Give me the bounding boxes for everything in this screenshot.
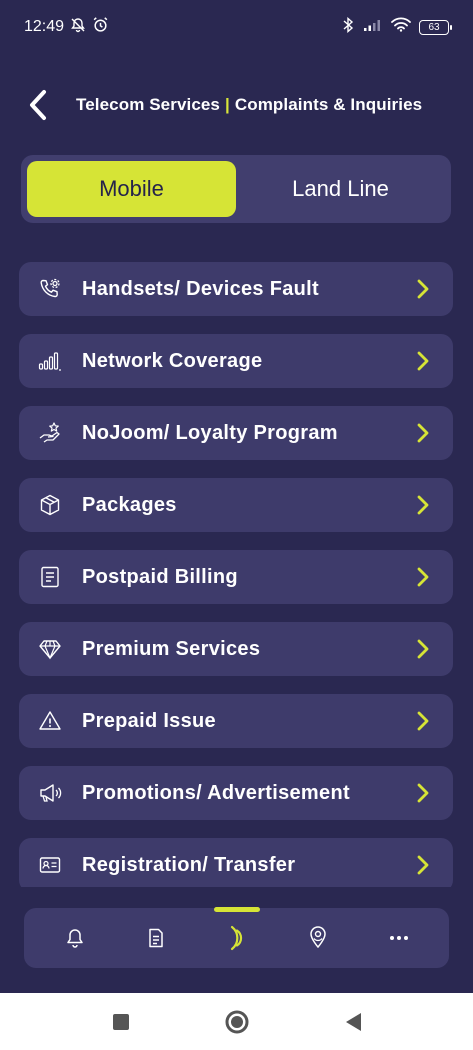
title-part-2: Complaints & Inquiries	[234, 95, 423, 114]
back-nav-button[interactable]	[340, 1009, 366, 1035]
header: Telecom Services | Complaints & Inquiries	[0, 80, 473, 130]
menu-item-label: Packages	[82, 493, 177, 516]
chevron-right-icon	[413, 780, 433, 806]
nav-location[interactable]	[293, 913, 343, 963]
list-item-packages[interactable]: Packages	[19, 478, 453, 532]
more-icon	[389, 936, 408, 940]
menu-item-label: NoJoom/ Loyalty Program	[82, 421, 338, 444]
chevron-right-icon	[413, 276, 433, 302]
signal-wave-icon	[230, 925, 242, 951]
list-item-registration[interactable]: Registration/ Transfer	[19, 838, 453, 887]
active-tab-indicator	[214, 907, 260, 912]
menu-item-label: Promotions/ Advertisement	[82, 781, 350, 804]
chevron-right-icon	[413, 708, 433, 734]
battery-icon: 63	[419, 19, 452, 35]
chevron-right-icon	[413, 564, 433, 590]
nav-notifications[interactable]	[50, 913, 100, 963]
bell-icon	[66, 929, 83, 948]
nav-more[interactable]	[374, 913, 424, 963]
chevron-right-icon	[413, 852, 433, 878]
alarm-icon	[92, 16, 109, 38]
nav-documents[interactable]	[131, 913, 181, 963]
wifi-icon	[391, 17, 411, 37]
list-item-postpaid-billing[interactable]: Postpaid Billing	[19, 550, 453, 604]
service-type-toggle: Mobile Land Line	[21, 155, 451, 223]
megaphone-icon	[37, 780, 63, 806]
bottom-navigation	[24, 908, 449, 968]
bell-off-icon	[70, 17, 86, 38]
menu-item-label: Network Coverage	[82, 349, 263, 372]
id-card-icon	[37, 852, 63, 878]
chevron-right-icon	[413, 636, 433, 662]
receipt-icon	[37, 564, 63, 590]
signal-icon	[363, 18, 383, 37]
chevron-right-icon	[413, 348, 433, 374]
document-icon	[148, 928, 163, 948]
mobile-tab[interactable]: Mobile	[27, 161, 236, 217]
menu-item-label: Postpaid Billing	[82, 565, 238, 588]
list-item-handsets[interactable]: Handsets/ Devices Fault	[19, 262, 453, 316]
menu-item-label: Prepaid Issue	[82, 709, 216, 732]
menu-item-label: Handsets/ Devices Fault	[82, 277, 319, 300]
title-separator: |	[224, 95, 230, 114]
list-item-promotions[interactable]: Promotions/ Advertisement	[19, 766, 453, 820]
back-button[interactable]	[18, 85, 58, 125]
menu-item-label: Registration/ Transfer	[82, 853, 296, 876]
back-arrow-icon	[30, 90, 46, 120]
recent-apps-button[interactable]	[108, 1009, 134, 1035]
triangle-back-icon	[345, 1012, 361, 1031]
home-button[interactable]	[224, 1009, 250, 1035]
status-time: 12:49	[24, 18, 65, 35]
complaint-category-list: Handsets/ Devices Fault Network Coverage…	[19, 262, 453, 887]
list-item-premium-services[interactable]: Premium Services	[19, 622, 453, 676]
menu-item-label: Premium Services	[82, 637, 261, 660]
chevron-right-icon	[413, 420, 433, 446]
location-pin-icon	[309, 926, 326, 949]
page-title: Telecom Services | Complaints & Inquiries	[76, 95, 422, 115]
circle-icon	[225, 1010, 248, 1033]
square-icon	[112, 1013, 129, 1030]
warning-icon	[37, 708, 63, 734]
phone-settings-icon	[37, 276, 63, 302]
nav-services[interactable]	[212, 913, 262, 963]
hand-star-icon	[37, 420, 63, 446]
bluetooth-icon	[341, 16, 355, 38]
diamond-icon	[37, 636, 63, 662]
title-part-1: Telecom Services	[76, 95, 220, 114]
signal-bars-icon	[37, 348, 63, 374]
status-bar: 12:49 63	[0, 0, 473, 54]
landline-tab[interactable]: Land Line	[236, 161, 445, 217]
box-icon	[37, 492, 63, 518]
list-item-loyalty-program[interactable]: NoJoom/ Loyalty Program	[19, 406, 453, 460]
system-navigation-bar	[0, 993, 473, 1050]
chevron-right-icon	[413, 492, 433, 518]
list-item-prepaid-issue[interactable]: Prepaid Issue	[19, 694, 453, 748]
list-item-network-coverage[interactable]: Network Coverage	[19, 334, 453, 388]
